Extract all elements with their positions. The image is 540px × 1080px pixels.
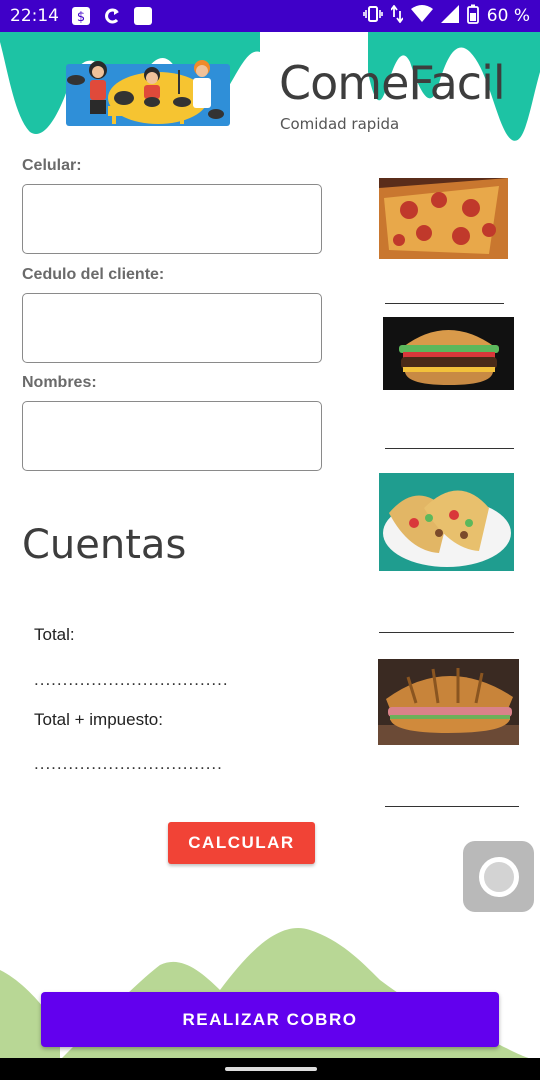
wifi-icon xyxy=(410,4,433,28)
divider xyxy=(385,303,504,304)
divider xyxy=(379,632,514,633)
square-icon xyxy=(133,6,153,26)
total-label: Total: xyxy=(34,625,75,644)
celular-input[interactable] xyxy=(22,184,322,254)
sync-icon xyxy=(103,7,121,25)
signal-icon xyxy=(440,4,459,28)
svg-text:$: $ xyxy=(77,10,85,25)
battery-icon xyxy=(466,4,479,29)
data-arrows-icon xyxy=(390,3,404,28)
cedula-input[interactable] xyxy=(22,293,322,363)
hamburger-image[interactable] xyxy=(383,317,514,390)
pizza-image[interactable] xyxy=(379,178,508,259)
status-time: 22:14 xyxy=(10,6,59,26)
celular-label: Celular: xyxy=(22,157,82,174)
calcular-button[interactable]: CALCULAR xyxy=(168,822,315,864)
assistive-touch-button[interactable] xyxy=(463,841,534,912)
nombres-label: Nombres: xyxy=(22,374,97,391)
divider xyxy=(385,448,514,449)
nombres-input[interactable] xyxy=(22,401,322,471)
croissant-sandwich-image[interactable] xyxy=(378,659,519,745)
battery-percent: 60 % xyxy=(486,6,530,26)
cuentas-title: Cuentas xyxy=(22,522,187,568)
total-value: .................................. xyxy=(34,670,229,689)
home-gesture-handle[interactable] xyxy=(225,1067,317,1071)
sim-toolkit-icon: $ xyxy=(71,6,91,26)
navigation-bar xyxy=(0,1058,540,1080)
app-header: ComeFacil Comidad rapida xyxy=(0,32,540,152)
cedula-label: Cedulo del cliente: xyxy=(22,266,165,283)
app-title: ComeFacil xyxy=(279,56,506,110)
divider xyxy=(385,806,519,807)
cooking-kids-logo xyxy=(66,60,230,126)
vibrate-icon xyxy=(362,5,383,28)
tacos-image[interactable] xyxy=(379,473,514,571)
total-tax-label: Total + impuesto: xyxy=(34,710,163,729)
app-subtitle: Comidad rapida xyxy=(280,115,400,133)
status-bar: 22:14 $ 60 % xyxy=(0,0,540,32)
realizar-cobro-button[interactable]: REALIZAR COBRO xyxy=(41,992,499,1047)
assistive-touch-icon xyxy=(478,856,519,897)
total-tax-value: ................................. xyxy=(34,754,223,773)
